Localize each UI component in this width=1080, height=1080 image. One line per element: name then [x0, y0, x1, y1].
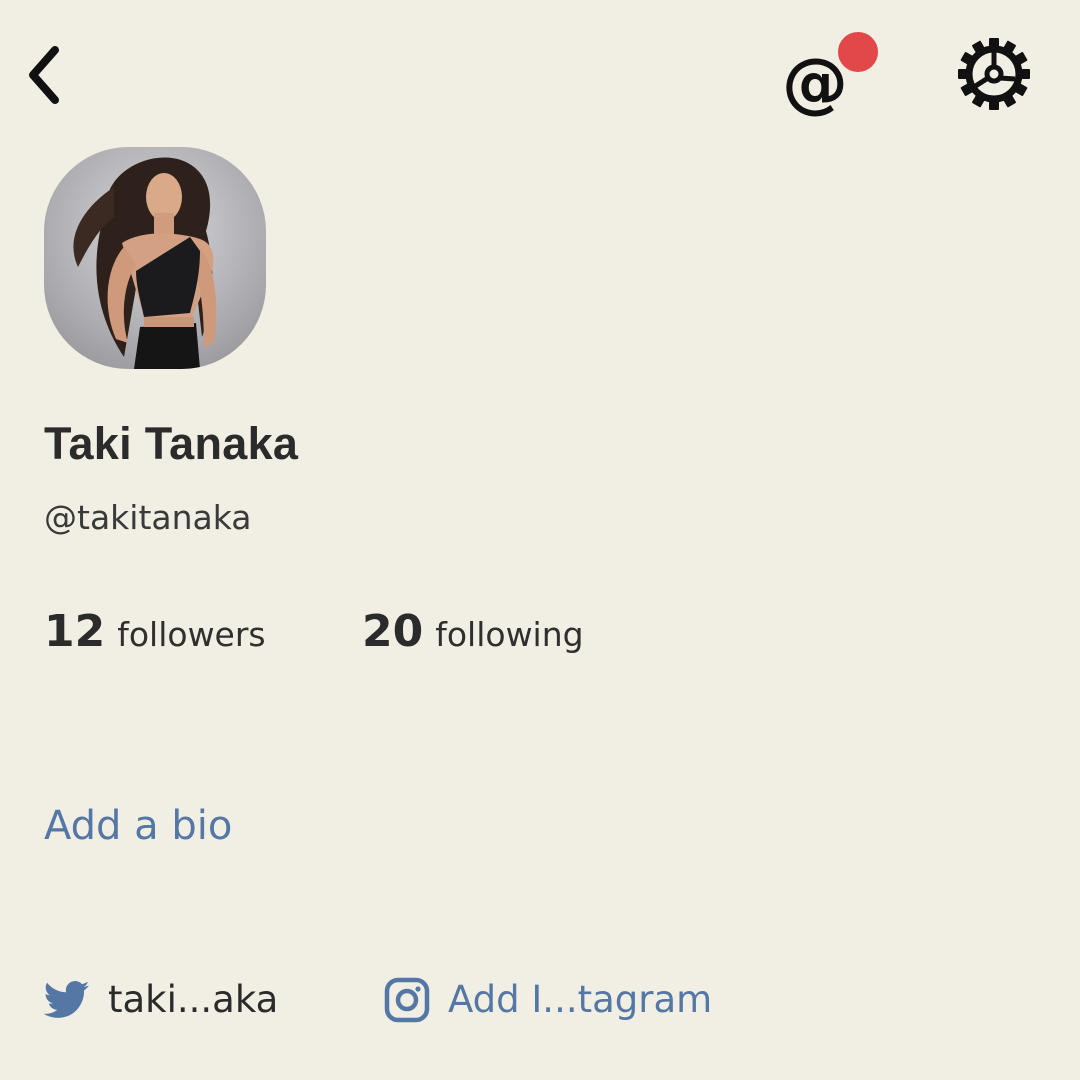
profile-handle: @takitanaka — [44, 498, 252, 537]
followers-count: 12 — [44, 606, 106, 657]
add-bio-link[interactable]: Add a bio — [44, 798, 232, 854]
following-stat[interactable]: 20 following — [362, 604, 584, 663]
avatar[interactable] — [44, 147, 266, 369]
instagram-icon — [384, 977, 430, 1023]
profile-photo — [73, 157, 217, 369]
mentions-button[interactable]: @ — [776, 26, 882, 120]
gear-icon — [958, 38, 1030, 110]
following-count: 20 — [362, 606, 424, 657]
settings-button[interactable] — [952, 32, 1036, 116]
chevron-left-icon — [29, 46, 59, 104]
following-label: following — [435, 615, 584, 654]
twitter-link[interactable]: taki...aka — [44, 972, 278, 1028]
followers-label: followers — [117, 615, 266, 654]
twitter-handle: taki...aka — [108, 978, 279, 1021]
instagram-link[interactable]: Add I...tagram — [384, 972, 712, 1028]
instagram-label: Add I...tagram — [448, 978, 713, 1021]
back-button[interactable] — [18, 40, 68, 110]
notification-dot — [834, 28, 882, 76]
followers-stat[interactable]: 12 followers — [44, 604, 266, 663]
twitter-bird-icon — [44, 980, 90, 1020]
profile-name: Taki Tanaka — [44, 418, 299, 469]
